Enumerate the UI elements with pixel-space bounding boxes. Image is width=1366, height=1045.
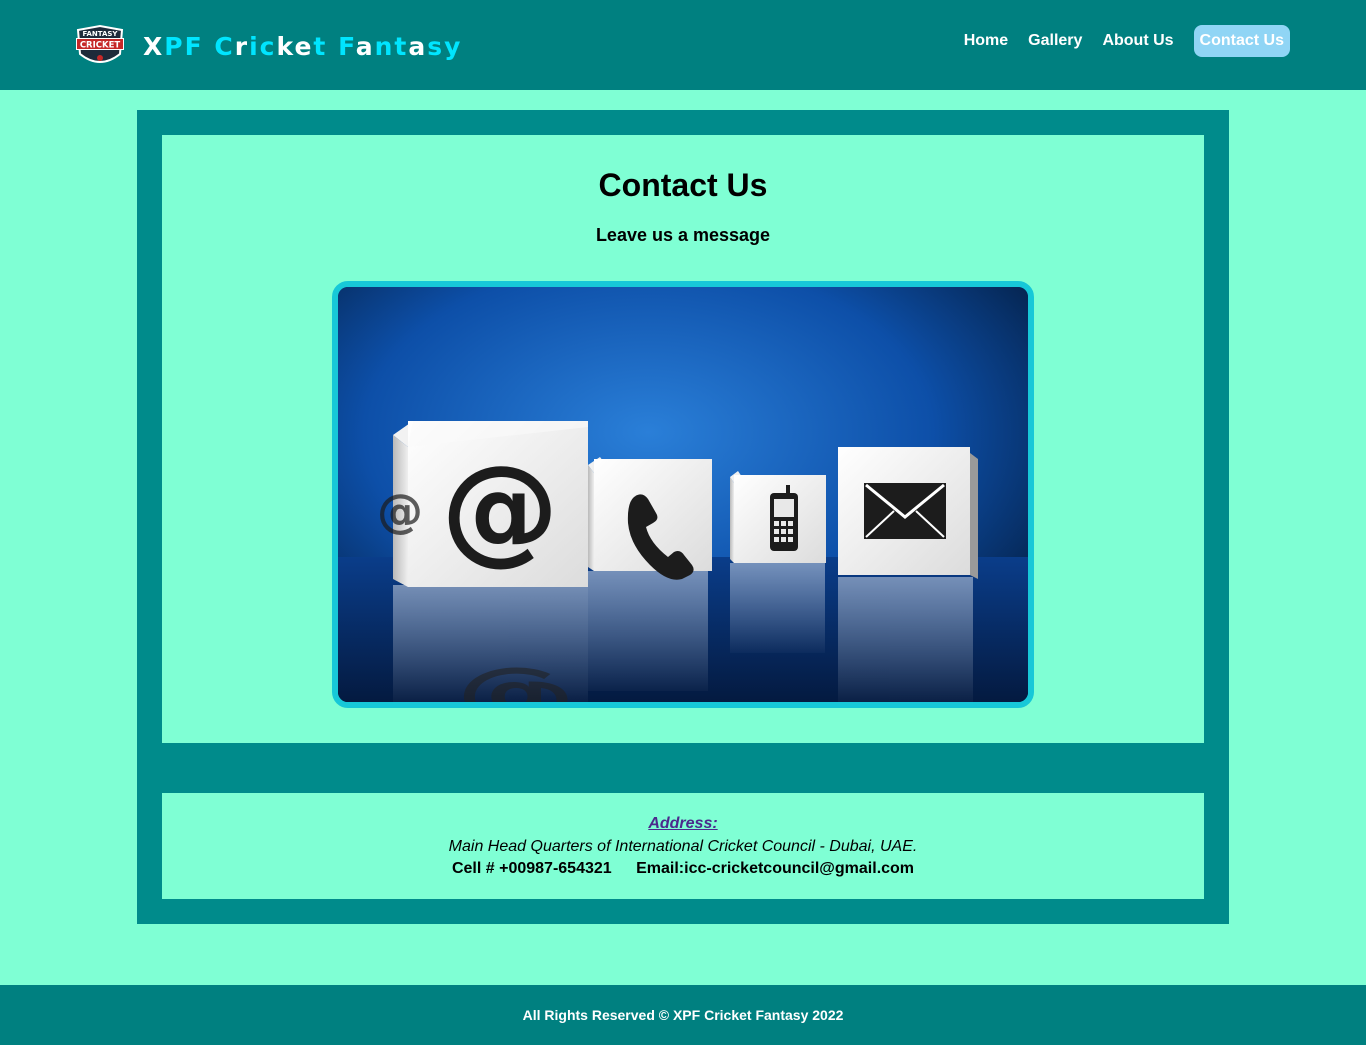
brand-part: nt bbox=[374, 32, 409, 61]
svg-text:CRICKET: CRICKET bbox=[80, 41, 121, 51]
page-title: Contact Us bbox=[598, 167, 768, 203]
contact-details: Cell # +00987-654321 Email:icc-cricketco… bbox=[162, 858, 1204, 880]
brand-part bbox=[204, 32, 215, 61]
fantasy-cricket-logo[interactable]: FANTASY CRICKET bbox=[72, 24, 128, 70]
envelope-icon bbox=[838, 447, 978, 579]
brand-part: t bbox=[313, 32, 328, 61]
brand-part: X bbox=[143, 32, 165, 61]
site-header: FANTASY CRICKET XPF Cricket Fantasy Home… bbox=[0, 0, 1366, 90]
address-label: Address: bbox=[648, 815, 718, 832]
cell-number: Cell # +00987-654321 bbox=[451, 860, 612, 877]
brand-part: ic bbox=[249, 32, 277, 61]
contact-card: Contact Us Leave us a message @ @ @ bbox=[162, 135, 1204, 743]
nav-contact-us[interactable]: Contact Us bbox=[1193, 25, 1290, 57]
mobile-phone-icon bbox=[730, 471, 826, 563]
brand-name[interactable]: XPF Cricket Fantasy bbox=[143, 30, 462, 64]
contact-image: @ @ @ bbox=[332, 281, 1034, 708]
brand-part: C bbox=[214, 32, 235, 61]
page-subtitle: Leave us a message bbox=[595, 225, 771, 245]
svg-text:@: @ bbox=[377, 484, 423, 538]
brand-part: a bbox=[355, 32, 375, 61]
site-footer: All Rights Reserved © XPF Cricket Fantas… bbox=[0, 985, 1366, 1045]
brand-part: sy bbox=[427, 32, 463, 61]
svg-text:FANTASY: FANTASY bbox=[82, 30, 118, 38]
copyright-text: All Rights Reserved © XPF Cricket Fantas… bbox=[522, 1007, 844, 1023]
nav-about-us[interactable]: About Us bbox=[1102, 25, 1173, 57]
brand-part: a bbox=[408, 32, 428, 61]
nav-home[interactable]: Home bbox=[964, 25, 1008, 57]
address-text: Main Head Quarters of International Cric… bbox=[448, 838, 918, 855]
at-sign-icon: @ @ bbox=[377, 421, 588, 587]
content-panel: Contact Us Leave us a message @ @ @ Addr… bbox=[137, 110, 1229, 924]
email-address[interactable]: Email:icc-cricketcouncil@gmail.com bbox=[636, 860, 914, 877]
brand-part bbox=[327, 32, 338, 61]
brand-part: r bbox=[234, 32, 250, 61]
svg-text:@: @ bbox=[441, 439, 559, 577]
address-section: Address: Main Head Quarters of Internati… bbox=[162, 793, 1204, 899]
svg-text:@: @ bbox=[456, 663, 576, 702]
brand-part: F bbox=[338, 32, 356, 61]
brand-part: PF bbox=[164, 32, 204, 61]
brand-part: ke bbox=[276, 32, 314, 61]
main-nav: Home Gallery About Us Contact Us bbox=[944, 25, 1290, 57]
phone-icon bbox=[588, 457, 712, 580]
nav-gallery[interactable]: Gallery bbox=[1028, 25, 1082, 57]
